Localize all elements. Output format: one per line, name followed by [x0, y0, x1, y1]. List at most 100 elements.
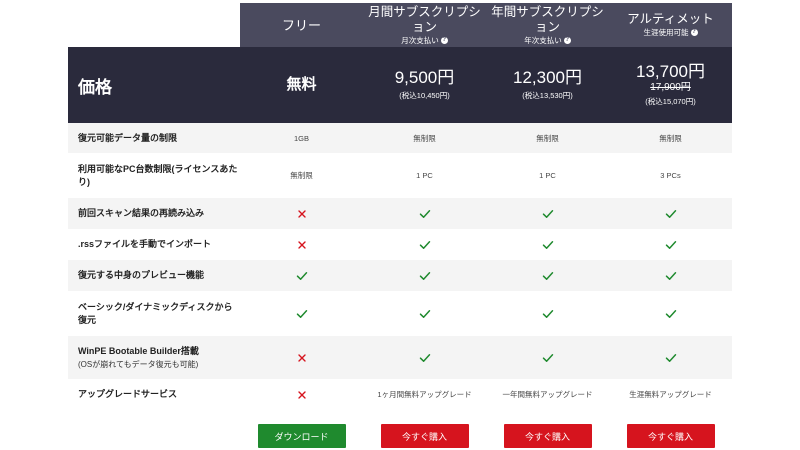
feature-row: 利用可能なPC台数制限(ライセンスあたり) 無制限 1 PC 1 PC 3 PCs: [68, 153, 732, 198]
feature-row: .rssファイルを手動でインポート: [68, 229, 732, 260]
check-icon: [486, 352, 609, 364]
plan-header: フリー 月間サブスクリプション 月次支払い? 年間サブスクリプション 年次支払い? アルテ…: [240, 3, 732, 47]
feature-value: 一年間無料アップグレード: [502, 390, 593, 399]
feature-value: 無制限: [659, 133, 682, 143]
check-icon: [486, 270, 609, 282]
plan-header-3: アルティメット 生涯使用可能?: [609, 3, 732, 47]
cross-icon: [240, 239, 363, 251]
price-cell-2: 12,300円 (税込13,530円): [486, 47, 609, 123]
feature-note: (OSが崩れてもデータ復元も可能): [78, 359, 199, 369]
feature-value: 1 PC: [539, 171, 556, 180]
feature-value: 無制限: [536, 133, 559, 143]
feature-title: アップグレードサービス: [78, 389, 178, 399]
price-tax-included: (税込13,530円): [522, 91, 573, 100]
price-tax-included: (税込10,450円): [399, 91, 450, 100]
feature-title: 前回スキャン結果の再読み込み: [78, 208, 205, 218]
feature-title: .rssファイルを手動でインポート: [78, 239, 212, 249]
feature-value: 無制限: [290, 171, 313, 180]
check-icon: [609, 270, 732, 282]
check-icon: [486, 239, 609, 251]
plan-name: 月間サブスクリプション: [368, 4, 481, 34]
cross-icon: [240, 352, 363, 364]
button-slot: 今すぐ購入: [363, 424, 486, 448]
buy-now-button[interactable]: 今すぐ購入: [626, 424, 715, 448]
check-icon: [363, 239, 486, 251]
button-row: ダウンロード 今すぐ購入 今すぐ購入 今すぐ購入: [68, 424, 732, 448]
button-spacer: [68, 424, 240, 448]
price-cell-1: 9,500円 (税込10,450円): [363, 47, 486, 123]
cross-icon: [240, 208, 363, 220]
feature-title: 復元可能データ量の制限: [78, 132, 178, 143]
check-icon: [609, 308, 732, 320]
check-icon: [486, 308, 609, 320]
plan-header-2: 年間サブスクリプション 年次支払い?: [486, 3, 609, 47]
feature-name: ベーシック/ダイナミックディスクから復元: [68, 301, 240, 327]
feature-value: 3 PCs: [660, 171, 681, 180]
check-icon: [363, 208, 486, 220]
price-cell-0: 無料: [240, 47, 363, 123]
check-icon: [609, 352, 732, 364]
feature-value: 1ヶ月間無料アップグレード: [377, 390, 472, 399]
button-slot: 今すぐ購入: [609, 424, 732, 448]
plan-subtitle: 年次支払い?: [524, 35, 571, 46]
price-cell-3: 13,700円 17,900円 (税込15,070円): [609, 47, 732, 123]
price-tax-included: (税込15,070円): [645, 97, 696, 106]
plan-subtitle-text: 年次支払い: [524, 35, 562, 45]
plan-subtitle: 生涯使用可能?: [644, 27, 698, 38]
feature-name: 復元する中身のプレビュー機能: [68, 269, 240, 282]
plan-subtitle: 月次支払い?: [401, 35, 448, 46]
plan-name: アルティメット: [627, 12, 714, 26]
feature-name: 利用可能なPC台数制限(ライセンスあたり): [68, 163, 240, 189]
feature-title: 利用可能なPC台数制限(ライセンスあたり): [78, 163, 238, 187]
feature-row: アップグレードサービス 1ヶ月間無料アップグレード 一年間無料アップグレード 生涯無料…: [68, 379, 732, 410]
download-button[interactable]: ダウンロード: [257, 424, 346, 448]
plan-header-1: 月間サブスクリプション 月次支払い?: [363, 3, 486, 47]
feature-value: 1 PC: [416, 171, 433, 180]
feature-name: WinPE Bootable Builder搭載 (OSが崩れてもデータ復元も可能…: [68, 345, 240, 371]
button-slot: ダウンロード: [240, 424, 363, 448]
feature-value: 生涯無料アップグレード: [629, 390, 712, 399]
feature-value: 1GB: [293, 133, 309, 143]
button-slot: 今すぐ購入: [486, 424, 609, 448]
price-value: 13,700円: [636, 62, 705, 81]
feature-title: ベーシック/ダイナミックディスクから復元: [78, 301, 233, 325]
feature-name: 復元可能データ量の制限: [68, 132, 240, 145]
help-icon[interactable]: ?: [440, 36, 448, 44]
check-icon: [240, 308, 363, 320]
buy-now-button[interactable]: 今すぐ購入: [380, 424, 469, 448]
check-icon: [609, 239, 732, 251]
feature-row: WinPE Bootable Builder搭載 (OSが崩れてもデータ復元も可能…: [68, 336, 732, 379]
feature-table: 復元可能データ量の制限 1GB 無制限 無制限 無制限 利用可能なPC台数制限(ライセンス…: [68, 123, 732, 410]
feature-row: 復元可能データ量の制限 1GB 無制限 無制限 無制限: [68, 123, 732, 153]
feature-row: 復元する中身のプレビュー機能: [68, 260, 732, 291]
feature-title: WinPE Bootable Builder搭載: [78, 345, 199, 356]
check-icon: [363, 270, 486, 282]
feature-name: アップグレードサービス: [68, 388, 240, 401]
plan-name: 年間サブスクリプション: [491, 4, 604, 34]
feature-row: 前回スキャン結果の再読み込み: [68, 198, 732, 229]
check-icon: [363, 308, 486, 320]
price-value: 12,300円: [513, 68, 582, 87]
price-label: 価格: [78, 77, 112, 97]
price-row: 価格 無料 9,500円 (税込10,450円) 12,300円 (税込13,530円) 1…: [68, 47, 732, 123]
check-icon: [609, 208, 732, 220]
plan-header-0: フリー: [240, 3, 363, 47]
price-value: 無料: [286, 76, 317, 93]
feature-name: .rssファイルを手動でインポート: [68, 238, 240, 251]
price-value: 9,500円: [394, 68, 455, 87]
cross-icon: [240, 389, 363, 401]
feature-title: 復元する中身のプレビュー機能: [78, 270, 205, 280]
buy-now-button[interactable]: 今すぐ購入: [503, 424, 592, 448]
help-icon[interactable]: ?: [690, 29, 698, 36]
help-icon[interactable]: ?: [563, 36, 571, 44]
check-icon: [363, 352, 486, 364]
price-original: 17,900円: [650, 82, 691, 93]
plan-name: フリー: [281, 17, 321, 33]
check-icon: [240, 270, 363, 282]
feature-value: 無制限: [413, 133, 436, 143]
feature-name: 前回スキャン結果の再読み込み: [68, 207, 240, 220]
feature-row: ベーシック/ダイナミックディスクから復元: [68, 291, 732, 336]
plan-subtitle-text: 生涯使用可能: [643, 28, 689, 37]
check-icon: [486, 208, 609, 220]
plan-subtitle-text: 月次支払い: [401, 35, 439, 45]
